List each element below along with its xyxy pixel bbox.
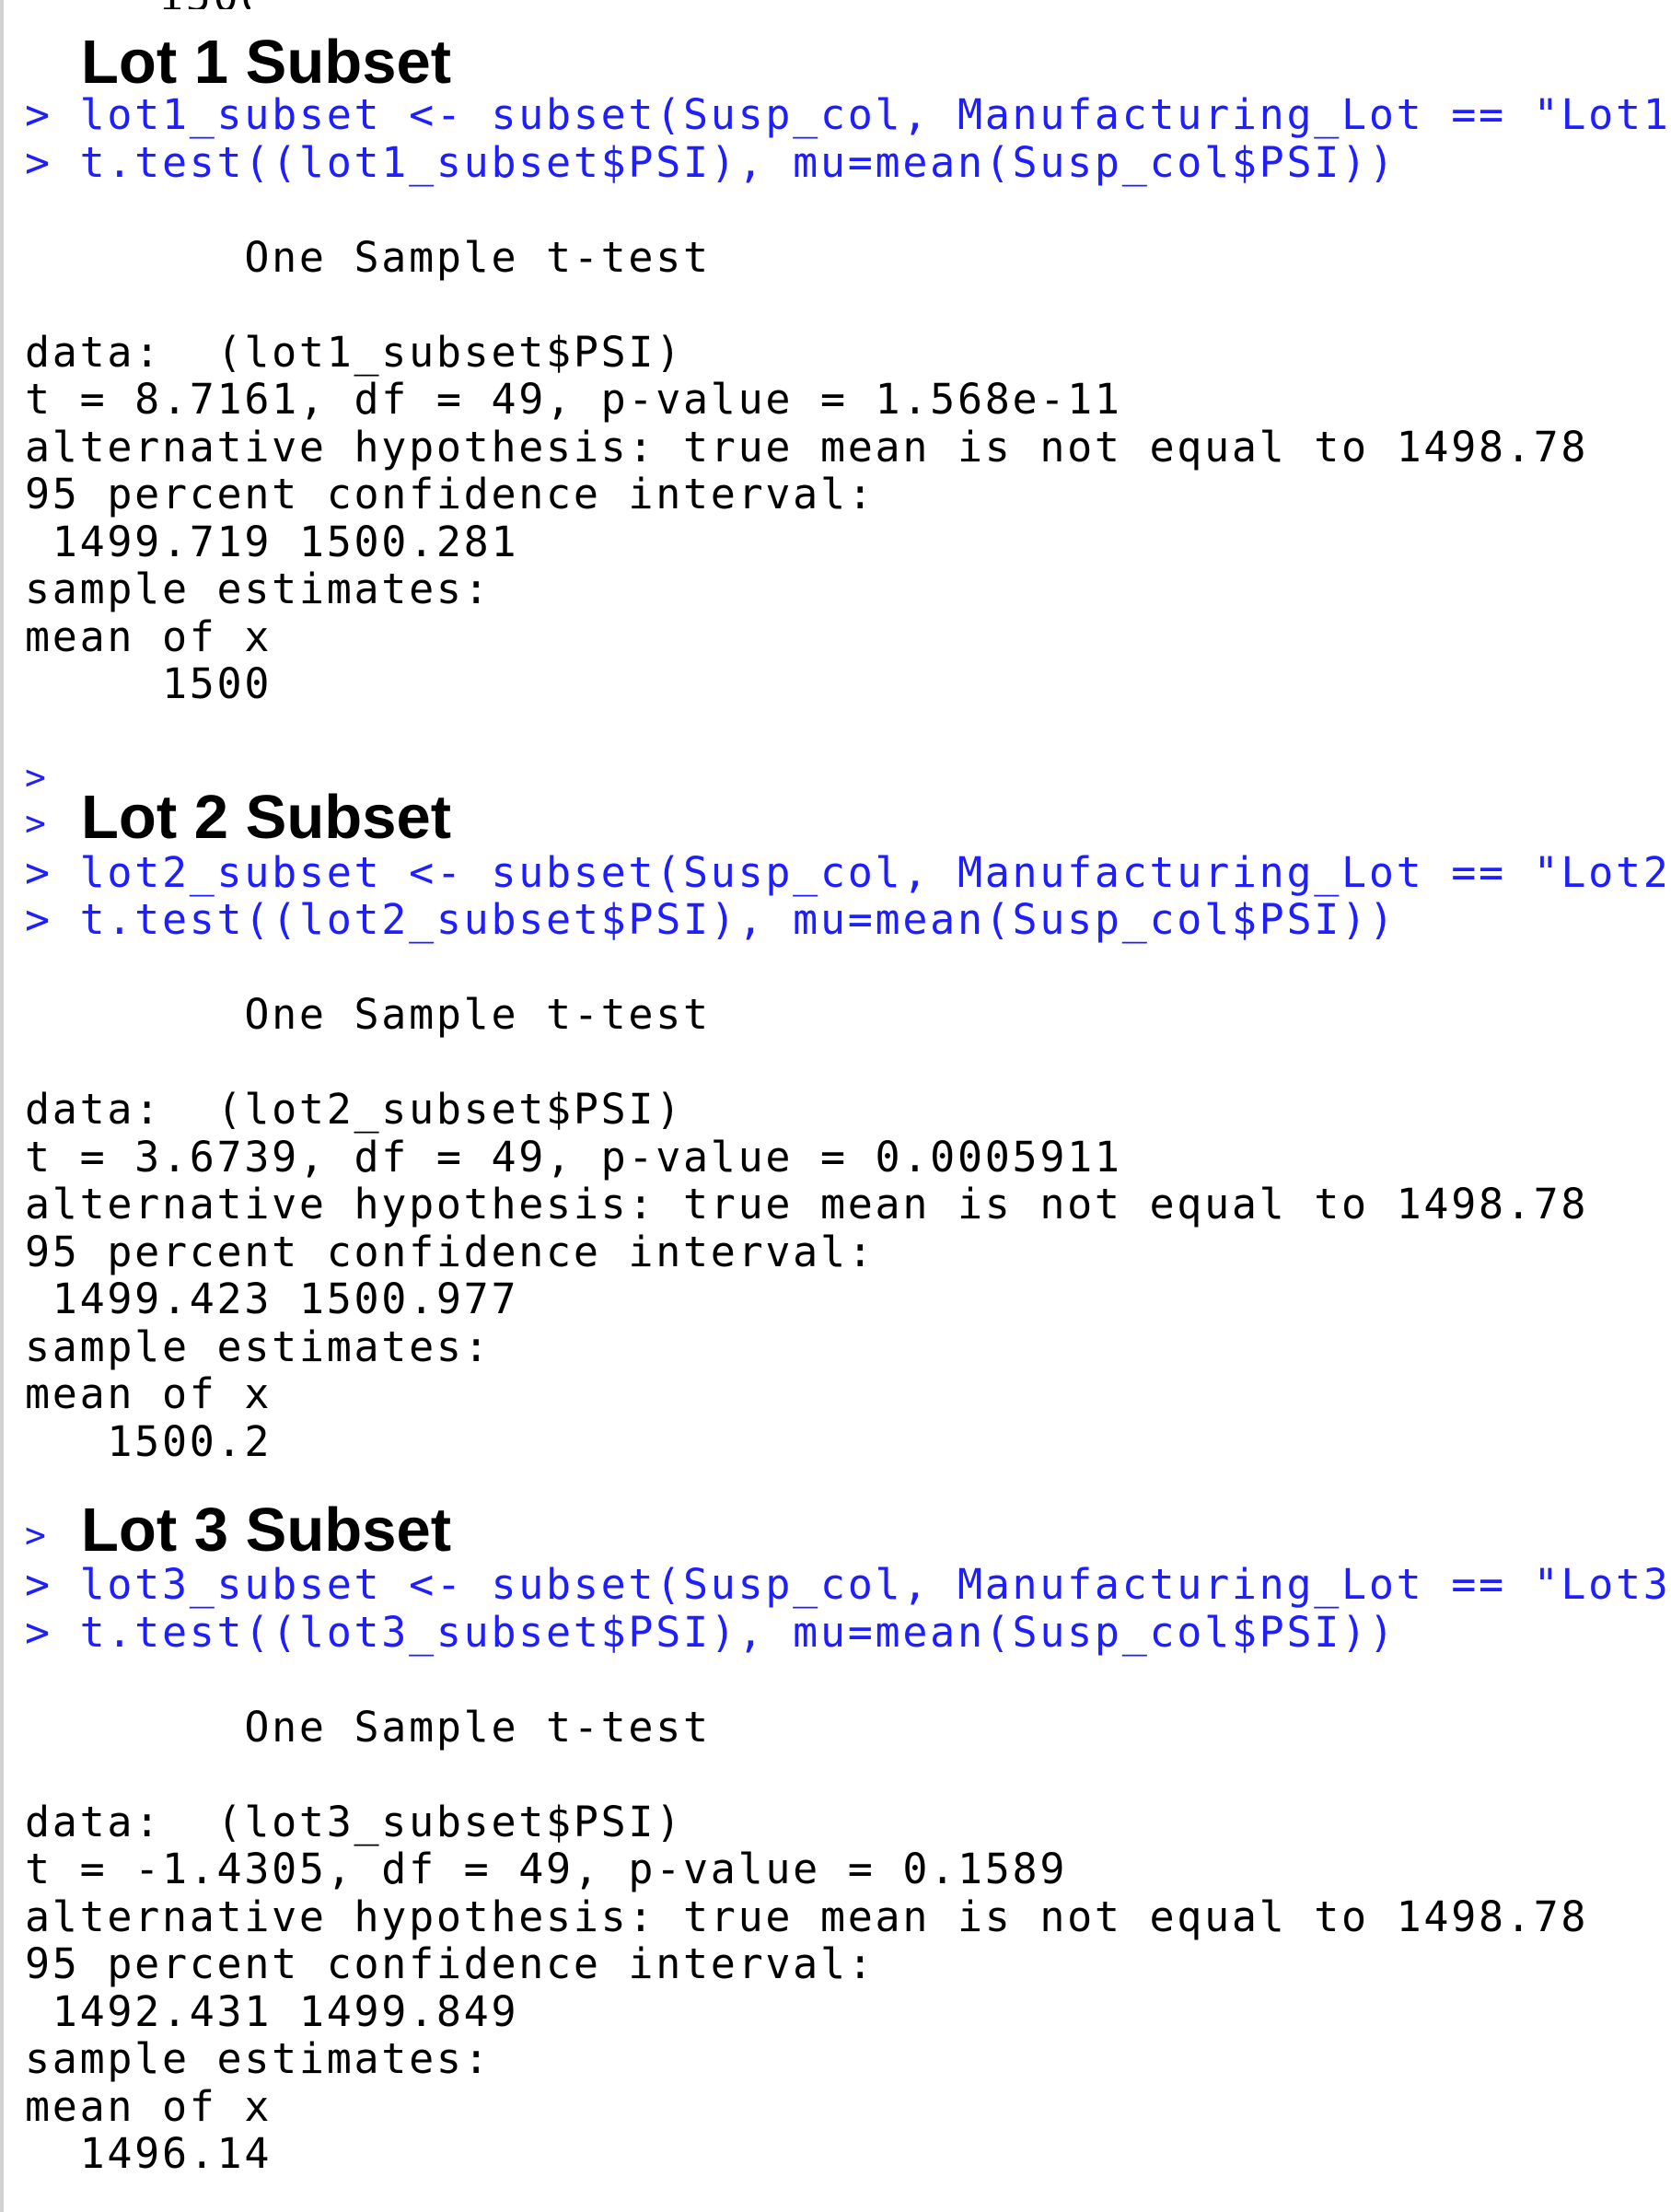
command-line: > lot1_subset <- subset(Susp_col, Manufa… <box>25 90 1671 139</box>
output-stats-line: t = -1.4305, df = 49, p-value = 0.1589 <box>25 1845 1068 1893</box>
output-stats-line: t = 3.6739, df = 49, p-value = 0.0005911 <box>25 1133 1122 1182</box>
empty-prompt: > <box>25 757 46 797</box>
section-heading-lot3: Lot 3 Subset <box>81 1496 452 1565</box>
clipped-previous-output: 1500 <box>158 0 250 9</box>
output-alternative-line: alternative hypothesis: true mean is not… <box>25 1180 1589 1228</box>
output-alternative-line: alternative hypothesis: true mean is not… <box>25 423 1589 472</box>
output-mean-label: mean of x <box>25 1369 273 1418</box>
output-mean-label: mean of x <box>25 612 273 661</box>
command-line: > lot2_subset <- subset(Susp_col, Manufa… <box>25 848 1671 897</box>
output-ci-label: 95 percent confidence interval: <box>25 470 876 518</box>
command-line: > lot3_subset <- subset(Susp_col, Manufa… <box>25 1560 1671 1609</box>
empty-prompt: > <box>25 803 46 844</box>
empty-prompt: > <box>25 1515 46 1555</box>
output-ci-values: 1499.423 1500.977 <box>25 1275 519 1323</box>
output-data-line: data: (lot1_subset$PSI) <box>25 328 684 377</box>
output-ci-values: 1499.719 1500.281 <box>25 518 519 566</box>
output-alternative-line: alternative hypothesis: true mean is not… <box>25 1892 1589 1941</box>
output-estimates-label: sample estimates: <box>25 565 492 613</box>
section-heading-lot2: Lot 2 Subset <box>81 783 452 852</box>
command-line: > t.test((lot1_subset$PSI), mu=mean(Susp… <box>25 138 1397 187</box>
test-title: One Sample t-test <box>25 990 711 1039</box>
output-ci-values: 1492.431 1499.849 <box>25 1987 519 2036</box>
test-title: One Sample t-test <box>25 233 711 282</box>
output-mean-value: 1500 <box>25 659 273 708</box>
output-estimates-label: sample estimates: <box>25 2034 492 2083</box>
command-line: > t.test((lot2_subset$PSI), mu=mean(Susp… <box>25 895 1397 944</box>
output-stats-line: t = 8.7161, df = 49, p-value = 1.568e-11 <box>25 375 1122 424</box>
section-heading-lot1: Lot 1 Subset <box>81 28 452 97</box>
output-mean-value: 1496.14 <box>25 2129 273 2178</box>
output-mean-label: mean of x <box>25 2082 273 2131</box>
output-estimates-label: sample estimates: <box>25 1322 492 1371</box>
r-console-output[interactable]: 1500 Lot 1 Subset > lot1_subset <- subse… <box>0 0 1671 2212</box>
output-data-line: data: (lot3_subset$PSI) <box>25 1798 684 1846</box>
output-mean-value: 1500.2 <box>25 1417 273 1466</box>
output-data-line: data: (lot2_subset$PSI) <box>25 1085 684 1134</box>
command-line: > t.test((lot3_subset$PSI), mu=mean(Susp… <box>25 1608 1397 1657</box>
test-title: One Sample t-test <box>25 1703 711 1752</box>
output-ci-label: 95 percent confidence interval: <box>25 1939 876 1988</box>
output-ci-label: 95 percent confidence interval: <box>25 1228 876 1276</box>
